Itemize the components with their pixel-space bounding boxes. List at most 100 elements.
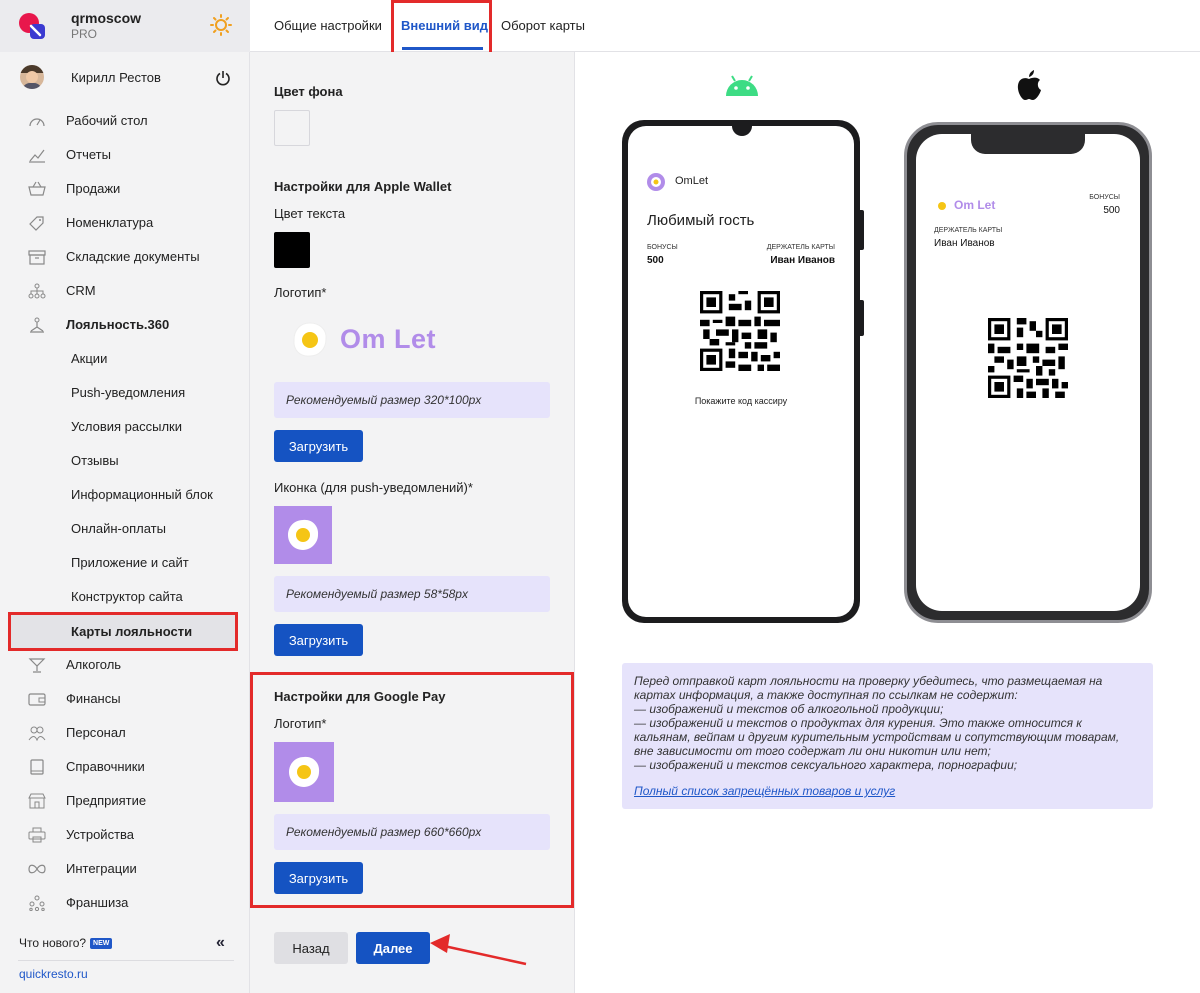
upload-icon-button[interactable]: Загрузить (274, 624, 363, 656)
google-logo-size-hint: Рекомендуемый размер 660*660px (274, 814, 550, 850)
power-icon[interactable] (215, 70, 231, 86)
sidebar-item-label: Алкоголь (66, 657, 122, 672)
google-pay-header: Настройки для Google Pay (274, 689, 446, 704)
prohibited-list-link[interactable]: Полный список запрещённых товаров и услу… (634, 784, 1141, 798)
bg-color-swatch[interactable] (274, 110, 310, 146)
sidebar-item-enterprise[interactable]: Предприятие (0, 784, 250, 818)
collapse-sidebar-icon[interactable]: « (216, 934, 225, 952)
sidebar: qrmoscow PRO Кирилл Рестов Рабочий стол … (0, 0, 250, 993)
fried-egg-icon (938, 202, 946, 210)
text-color-label: Цвет текста (274, 206, 346, 221)
hint-text: Рекомендуемый размер 320*100px (286, 393, 482, 407)
sidebar-item-franchise[interactable]: Франшиза (0, 886, 250, 920)
bonus-label: БОНУСЫ (1089, 194, 1120, 201)
iphone-screen: Om Let БОНУСЫ 500 ДЕРЖАТЕЛЬ КАРТЫ Иван И… (916, 134, 1140, 611)
sidebar-item-info-block[interactable]: Информационный блок (0, 478, 250, 512)
sidebar-item-label: Отчеты (66, 147, 111, 162)
dashboard-icon (29, 118, 45, 127)
text-color-swatch[interactable] (274, 232, 310, 268)
wallet-icon (28, 693, 46, 706)
sidebar-item-app-and-site[interactable]: Приложение и сайт (0, 546, 250, 580)
upload-google-logo-button[interactable]: Загрузить (274, 862, 363, 894)
qr-code (988, 318, 1068, 398)
sidebar-item-dashboard[interactable]: Рабочий стол (0, 104, 250, 138)
logo-text: Om Let (340, 324, 437, 354)
fried-egg-icon (293, 322, 327, 357)
hint-text: Рекомендуемый размер 660*660px (286, 825, 482, 839)
tab-card-back[interactable]: Оборот карты (501, 18, 585, 33)
site-link[interactable]: quickresto.ru (19, 967, 88, 981)
sidebar-item-reports[interactable]: Отчеты (0, 138, 250, 172)
sidebar-item-label: Акции (71, 351, 108, 366)
back-button[interactable]: Назад (274, 932, 348, 964)
sidebar-item-label: Конструктор сайта (71, 589, 183, 604)
sidebar-item-staff[interactable]: Персонал (0, 716, 250, 750)
sidebar-item-reviews[interactable]: Отзывы (0, 444, 250, 478)
apple-icon (1017, 70, 1041, 100)
hierarchy-icon (28, 283, 46, 299)
sidebar-item-push[interactable]: Push-уведомления (0, 376, 250, 410)
apple-wallet-header: Настройки для Apple Wallet (274, 179, 452, 194)
theme-toggle-sun-icon[interactable] (210, 14, 232, 36)
sidebar-item-nomenclature[interactable]: Номенклатура (0, 206, 250, 240)
sidebar-item-devices[interactable]: Устройства (0, 818, 250, 852)
google-logo-label: Логотип* (274, 716, 327, 731)
sidebar-item-mailing-conditions[interactable]: Условия рассылки (0, 410, 250, 444)
infinity-icon (28, 864, 46, 874)
android-screen: OmLet Любимый гость БОНУСЫ 500 ДЕРЖАТЕЛЬ… (628, 126, 854, 617)
sidebar-item-label: Предприятие (66, 793, 147, 808)
sidebar-item-warehouse[interactable]: Складские документы (0, 240, 250, 274)
sidebar-item-label: Устройства (66, 827, 135, 842)
logo-label: Логотип* (274, 285, 327, 300)
next-button[interactable]: Далее (356, 932, 430, 964)
android-phone-mockup: OmLet Любимый гость БОНУСЫ 500 ДЕРЖАТЕЛЬ… (622, 120, 864, 623)
cocktail-icon (28, 658, 46, 673)
book-icon (30, 759, 44, 775)
moderation-notice: Перед отправкой карт лояльности на прове… (622, 663, 1153, 809)
sidebar-item-directories[interactable]: Справочники (0, 750, 250, 784)
sidebar-item-loyalty-cards[interactable]: Карты лояльности (8, 612, 238, 651)
bonus-label: БОНУСЫ (647, 244, 678, 251)
hint-text: Рекомендуемый размер 58*58px (286, 587, 468, 601)
sidebar-item-crm[interactable]: CRM (0, 274, 250, 308)
camera-notch (732, 126, 752, 136)
omlet-logo-icon (647, 173, 665, 191)
sidebar-item-label: Рабочий стол (66, 113, 148, 128)
franchise-icon (29, 895, 45, 911)
pointer-arrow-icon (430, 934, 527, 966)
sidebar-item-integrations[interactable]: Интеграции (0, 852, 250, 886)
org-name: qrmoscow (71, 10, 142, 26)
highlight-frame (391, 0, 492, 58)
sidebar-item-loyalty[interactable]: Лояльность.360 (0, 308, 250, 342)
iphone-mockup: Om Let БОНУСЫ 500 ДЕРЖАТЕЛЬ КАРТЫ Иван И… (904, 122, 1152, 623)
app-logo-icon (19, 13, 45, 39)
sidebar-item-label: Онлайн-оплаты (71, 521, 166, 536)
sidebar-item-alcohol[interactable]: Алкоголь (0, 648, 250, 682)
sidebar-item-finance[interactable]: Финансы (0, 682, 250, 716)
icon-label: Иконка (для push-уведомлений)* (274, 480, 473, 495)
tab-general-settings[interactable]: Общие настройки (274, 18, 382, 33)
fried-egg-icon (288, 519, 319, 550)
sidebar-item-site-builder[interactable]: Конструктор сайта (0, 580, 250, 614)
upload-logo-button[interactable]: Загрузить (274, 430, 363, 462)
bonus-value: 500 (647, 255, 664, 266)
avatar (20, 65, 44, 89)
sidebar-item-label: Продажи (66, 181, 121, 196)
icon-size-hint: Рекомендуемый размер 58*58px (274, 576, 550, 612)
wallet-logo-text: Om Let (954, 198, 996, 212)
archive-icon (28, 250, 46, 265)
org-switcher[interactable]: qrmoscow PRO (0, 0, 250, 52)
logo-preview: Om Let (288, 318, 468, 364)
card-brand: OmLet (675, 175, 709, 187)
sidebar-item-sales[interactable]: Продажи (0, 172, 250, 206)
side-button (860, 300, 864, 336)
bonus-value: 500 (1103, 205, 1120, 216)
user-profile[interactable]: Кирилл Рестов (0, 56, 250, 100)
user-name: Кирилл Рестов (71, 70, 161, 85)
sidebar-item-online-payments[interactable]: Онлайн-оплаты (0, 512, 250, 546)
sidebar-item-label: Финансы (66, 691, 121, 706)
qr-code (700, 291, 780, 371)
whats-new-link[interactable]: Что нового? NEW (19, 936, 113, 950)
sidebar-item-promotions[interactable]: Акции (0, 342, 250, 376)
fried-egg-icon (289, 756, 320, 787)
